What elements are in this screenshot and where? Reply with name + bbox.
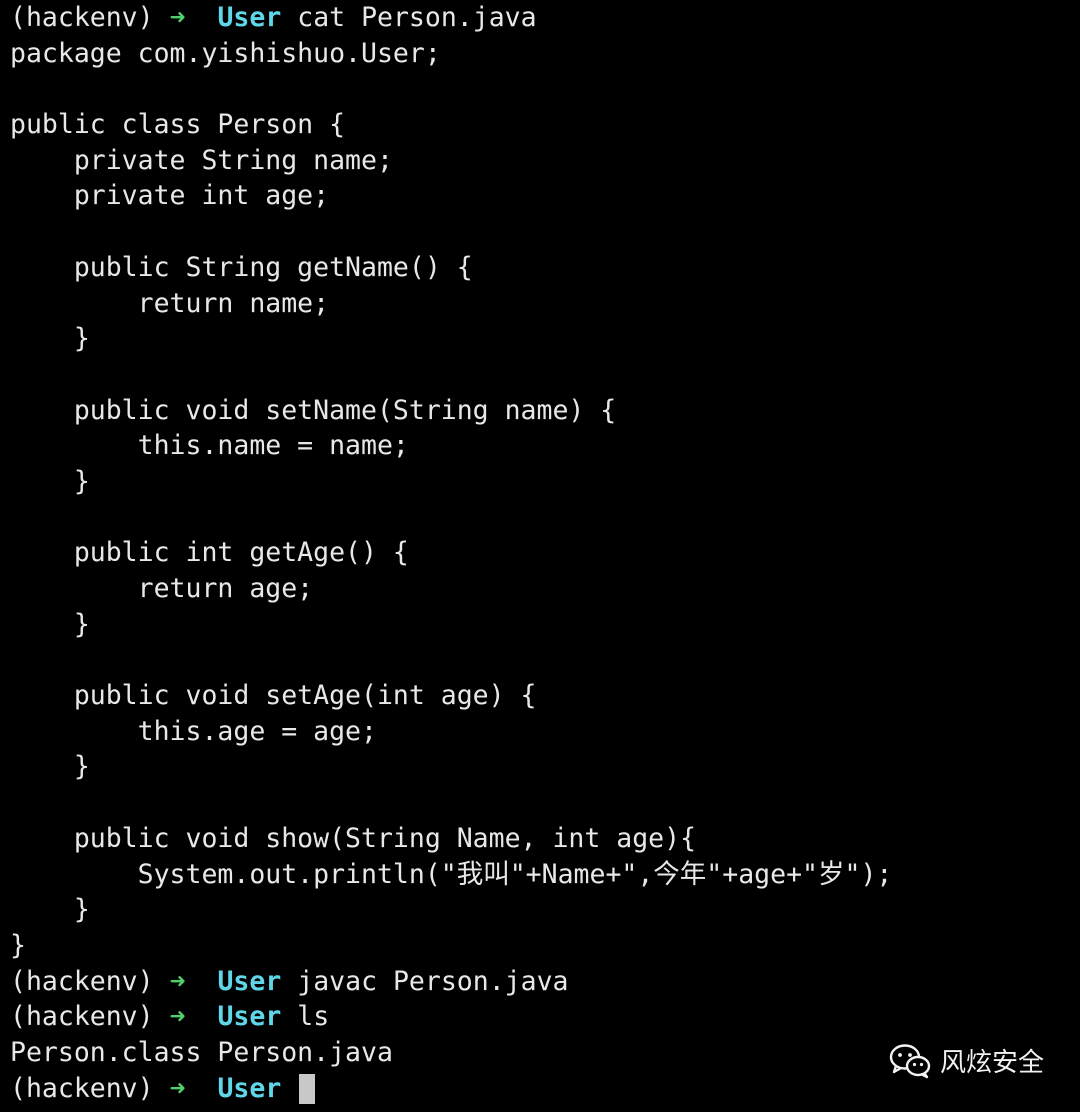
output-text: return age; — [10, 573, 314, 604]
output-text: } — [10, 465, 90, 497]
watermark-text: 风炫安全 — [939, 1048, 1044, 1078]
prompt-directory: User — [217, 1001, 282, 1033]
output-text: } — [10, 751, 90, 783]
output-text: } — [10, 608, 90, 640]
output-line: } — [10, 321, 1074, 357]
prompt-arrow-icon: ➜ — [169, 1072, 186, 1104]
output-line: package com.yishishuo.User; — [10, 36, 1074, 72]
command-text: cat Person.java — [297, 2, 537, 33]
output-line: public void setName(String name) { — [10, 393, 1074, 429]
output-line: } — [10, 928, 1074, 964]
prompt-env: (hackenv) — [10, 1072, 154, 1104]
command-text: ls — [297, 1001, 330, 1033]
output-text: public void setName(String name) { — [10, 394, 617, 426]
output-text: public int getAge() { — [10, 537, 409, 569]
output-line: } — [10, 607, 1074, 643]
prompt-directory: User — [217, 2, 282, 33]
output-line: } — [10, 749, 1074, 785]
output-line: public String getName() { — [10, 250, 1074, 286]
output-text: this.age = age; — [10, 715, 377, 747]
output-text: package com.yishishuo.User; — [10, 37, 441, 69]
output-line: } — [10, 464, 1074, 500]
prompt-line: (hackenv) ➜ User javac Person.java — [10, 964, 1074, 1000]
output-line: public int getAge() { — [10, 535, 1074, 571]
output-line: return age; — [10, 571, 1074, 607]
output-line: } — [10, 892, 1074, 928]
output-text: this.name = name; — [10, 430, 409, 462]
output-line: this.age = age; — [10, 714, 1074, 750]
output-line: private int age; — [10, 178, 1074, 214]
output-line: public void show(String Name, int age){ — [10, 821, 1074, 857]
prompt-directory: User — [217, 1072, 282, 1104]
prompt-env: (hackenv) — [10, 965, 154, 997]
output-line: public class Person { — [10, 107, 1074, 143]
prompt-arrow-icon: ➜ — [169, 965, 186, 997]
output-text: } — [10, 323, 90, 355]
output-text: private String name; — [10, 144, 393, 176]
output-text: public void show(String Name, int age){ — [10, 822, 697, 854]
output-line: this.name = name; — [10, 428, 1074, 464]
output-text: System.out.println("我叫"+Name+",今年"+age+"… — [10, 858, 893, 890]
output-line: System.out.println("我叫"+Name+",今年"+age+"… — [10, 857, 1074, 893]
output-text: Person.class Person.java — [10, 1036, 393, 1068]
command-text: javac Person.java — [297, 965, 569, 997]
prompt-directory: User — [217, 965, 282, 997]
prompt-arrow-icon: ➜ — [169, 1001, 186, 1033]
terminal-cursor[interactable] — [299, 1074, 316, 1105]
output-text: } — [10, 894, 90, 926]
output-text: public String getName() { — [10, 251, 473, 283]
terminal-output[interactable]: (hackenv) ➜ User cat Person.java package … — [10, 0, 1074, 1106]
output-text: private int age; — [10, 180, 330, 212]
prompt-line: (hackenv) ➜ User ls — [10, 999, 1074, 1035]
prompt-env: (hackenv) — [10, 2, 154, 33]
output-text: } — [10, 929, 26, 961]
output-text: public void setAge(int age) { — [10, 680, 537, 712]
output-line: return name; — [10, 286, 1074, 322]
output-text: public class Person { — [10, 109, 346, 141]
output-line: public void setAge(int age) { — [10, 678, 1074, 714]
watermark: 风炫安全 — [888, 1042, 1044, 1079]
output-text: return name; — [10, 287, 330, 319]
prompt-env: (hackenv) — [10, 1001, 154, 1033]
prompt-arrow-icon: ➜ — [169, 2, 186, 33]
wechat-icon — [889, 1043, 931, 1078]
output-line: private String name; — [10, 143, 1074, 179]
prompt-line: (hackenv) ➜ User cat Person.java — [10, 0, 1074, 36]
